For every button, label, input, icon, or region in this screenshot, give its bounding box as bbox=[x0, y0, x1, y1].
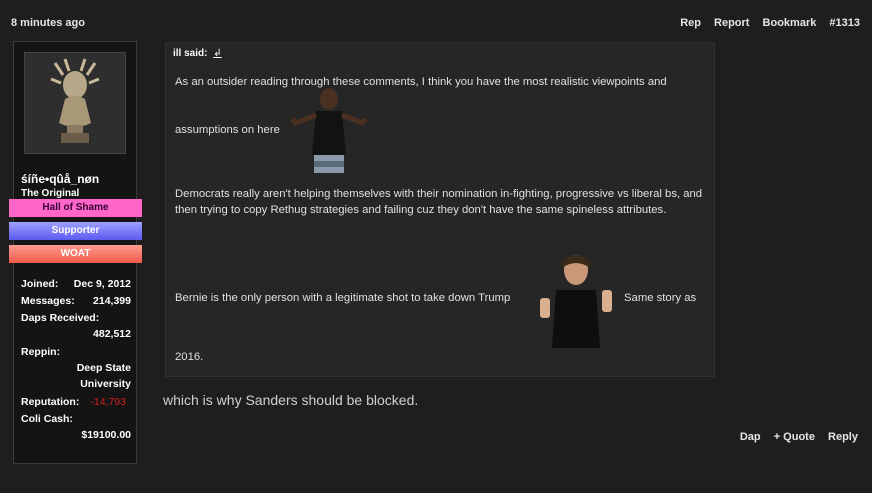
stat-label: Reppin: bbox=[21, 346, 61, 358]
user-info-panel: śíñe•qûå_nøn The Original Hall of Shame … bbox=[9, 41, 142, 464]
stat-value: 482,512 bbox=[93, 328, 131, 340]
quote-line: assumptions on here bbox=[175, 124, 280, 136]
stat-value[interactable]: 214,399 bbox=[93, 295, 131, 307]
stat-label: Joined: bbox=[21, 278, 59, 290]
quote-line: Bernie is the only person with a legitim… bbox=[175, 292, 511, 304]
post-footer-actions: Dap + Quote Reply bbox=[730, 431, 858, 443]
reply-button[interactable]: Reply bbox=[828, 431, 858, 443]
quote-line: Democrats really aren't helping themselv… bbox=[175, 188, 703, 216]
post-body-text: which is why Sanders should be blocked. bbox=[163, 392, 419, 408]
shrug-reaction-image bbox=[290, 88, 368, 173]
stat-joined: Joined: Dec 9, 2012 bbox=[21, 278, 131, 295]
post-actions: Rep Report Bookmark #1313 bbox=[670, 17, 860, 29]
quote-author-name: ill said: bbox=[173, 48, 208, 59]
badge-supporter: Supporter bbox=[9, 222, 142, 240]
stat-value: Deep State bbox=[76, 362, 131, 374]
stat-messages: Messages: 214,399 bbox=[21, 295, 131, 312]
stop-gesture-reaction-image bbox=[540, 255, 612, 348]
quote-line: As an outsider reading through these com… bbox=[175, 76, 667, 88]
post-number-link[interactable]: #1313 bbox=[829, 17, 860, 29]
stat-value: Dec 9, 2012 bbox=[73, 278, 131, 290]
stat-label: Messages: bbox=[21, 295, 75, 307]
avatar-bust-image bbox=[25, 53, 125, 153]
stat-label: Reputation: bbox=[21, 396, 80, 408]
stat-coli-cash: Coli Cash: $19100.00 bbox=[21, 413, 131, 447]
report-link[interactable]: Report bbox=[714, 17, 749, 29]
quote-line: 2016. bbox=[175, 351, 204, 363]
stat-daps: Daps Received: 482,512 bbox=[21, 312, 131, 346]
bookmark-link[interactable]: Bookmark bbox=[763, 17, 817, 29]
quote-line: Same story as bbox=[624, 292, 697, 304]
quote-block: ill said: ↲ As an outsider reading throu… bbox=[165, 42, 715, 377]
stat-label: Daps Received: bbox=[21, 312, 100, 324]
username[interactable]: śíñe•qûå_nøn bbox=[21, 172, 99, 186]
stat-value: University bbox=[80, 378, 131, 390]
user-stats: Joined: Dec 9, 2012 Messages: 214,399 Da… bbox=[21, 278, 131, 447]
quote-author: ill said: ↲ bbox=[173, 48, 222, 59]
view-post-icon[interactable]: ↲ bbox=[213, 48, 221, 59]
stat-label: Coli Cash: bbox=[21, 413, 73, 425]
post-timestamp: 8 minutes ago bbox=[11, 17, 85, 29]
rep-link[interactable]: Rep bbox=[680, 17, 701, 29]
quote-button[interactable]: + Quote bbox=[774, 431, 815, 443]
post-header: 8 minutes ago Rep Report Bookmark #1313 bbox=[0, 0, 872, 42]
stat-value: $19100.00 bbox=[81, 429, 131, 441]
avatar[interactable] bbox=[24, 52, 126, 154]
user-title: The Original bbox=[21, 188, 80, 199]
badge-woat: WOAT bbox=[9, 245, 142, 263]
stat-reputation: Reputation: -14,793 bbox=[21, 396, 131, 413]
badge-hall-of-shame: Hall of Shame bbox=[9, 199, 142, 217]
stat-reppin: Reppin: Deep State University bbox=[21, 346, 131, 396]
stat-value: -14,793 bbox=[90, 396, 126, 408]
dap-button[interactable]: Dap bbox=[740, 431, 761, 443]
